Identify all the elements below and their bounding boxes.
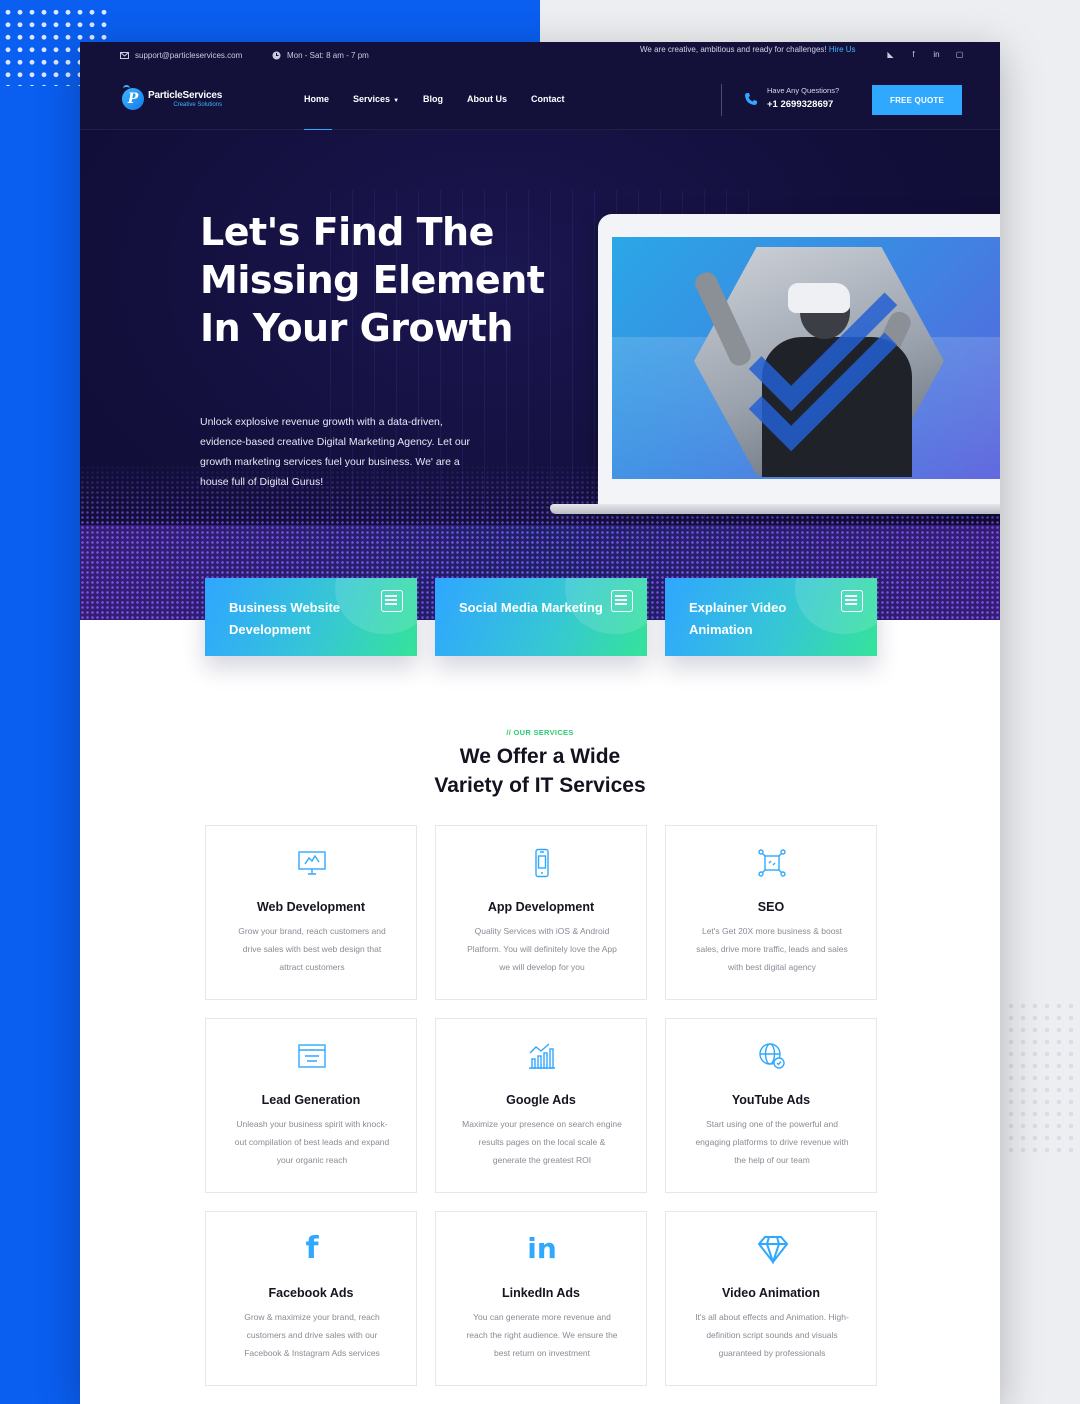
service-name: Facebook Ads bbox=[268, 1286, 354, 1300]
website-mockup: support@particleservices.com Mon - Sat: … bbox=[80, 42, 1000, 1404]
services-grid: Web Development Grow your brand, reach c… bbox=[205, 825, 877, 1386]
service-card[interactable]: Web Development Grow your brand, reach c… bbox=[205, 825, 417, 1000]
linkedin-icon[interactable]: in bbox=[932, 50, 941, 59]
nav-contact-label: Contact bbox=[531, 94, 565, 104]
section-kicker: // OUR SERVICES bbox=[506, 728, 574, 737]
nav-about[interactable]: About Us bbox=[467, 94, 507, 104]
site-header: P ParticleServices Creative Solutions Ho… bbox=[80, 70, 1000, 131]
phone-icon bbox=[744, 92, 760, 108]
service-name: Google Ads bbox=[506, 1093, 576, 1107]
linkedin-icon: in bbox=[527, 1232, 557, 1265]
feature-title: Explainer Video Animation bbox=[689, 600, 787, 637]
service-name: LinkedIn Ads bbox=[501, 1286, 580, 1300]
feature-card-video[interactable]: Explainer Video Animation bbox=[665, 578, 877, 656]
browser-window-icon bbox=[297, 1041, 327, 1071]
main-nav: Home Services ▼ Blog About Us Contact bbox=[304, 94, 589, 131]
instagram-icon[interactable]: ▢ bbox=[955, 50, 964, 59]
hero-description: Unlock explosive revenue growth with a d… bbox=[200, 416, 471, 488]
free-quote-button[interactable]: FREE QUOTE bbox=[872, 85, 962, 115]
clock-icon bbox=[272, 51, 281, 60]
phone-number: +1 2699328697 bbox=[767, 99, 834, 110]
nav-home[interactable]: Home bbox=[304, 94, 332, 131]
diamond-icon bbox=[757, 1234, 789, 1266]
service-card[interactable]: in LinkedIn Ads You can generate more re… bbox=[435, 1211, 647, 1386]
nav-services[interactable]: Services ▼ bbox=[353, 94, 399, 104]
section-title: We Offer a Wide Variety of IT Services bbox=[80, 742, 1000, 800]
nav-blog-label: Blog bbox=[423, 94, 444, 104]
laptop-screen-image bbox=[612, 237, 1000, 479]
service-name: SEO bbox=[757, 900, 785, 914]
analytics-icon bbox=[611, 590, 633, 612]
opening-hours: Mon - Sat: 8 am - 7 pm bbox=[272, 51, 369, 60]
logo-subtitle: Creative Solutions bbox=[173, 101, 223, 108]
logo-mark-icon: P bbox=[122, 85, 144, 110]
laptop-mockup bbox=[598, 214, 1000, 504]
nav-contact[interactable]: Contact bbox=[531, 94, 565, 104]
service-description: Unleash your business spirit with knock-… bbox=[234, 1119, 390, 1165]
top-info-bar: support@particleservices.com Mon - Sat: … bbox=[80, 42, 1000, 70]
logo-text: ParticleServices Creative Solutions bbox=[148, 89, 223, 108]
service-name: YouTube Ads bbox=[731, 1093, 811, 1107]
service-card[interactable]: f Facebook Ads Grow & maximize your bran… bbox=[205, 1211, 417, 1386]
phone-contact[interactable]: Have Any Questions? +1 2699328697 bbox=[767, 86, 839, 110]
nav-blog[interactable]: Blog bbox=[423, 94, 443, 104]
monitor-icon bbox=[297, 848, 327, 878]
seo-network-icon bbox=[757, 848, 787, 878]
service-card[interactable]: Google Ads Maximize your presence on sea… bbox=[435, 1018, 647, 1193]
service-description: Grow your brand, reach customers and dri… bbox=[238, 926, 386, 972]
tagline: We are creative, ambitious and ready for… bbox=[640, 45, 856, 54]
header-divider bbox=[721, 84, 722, 116]
twitter-icon[interactable]: ◣ bbox=[886, 50, 895, 59]
service-card[interactable]: YouTube Ads Start using one of the power… bbox=[665, 1018, 877, 1193]
section-title-line1: We Offer a Wide bbox=[459, 745, 621, 768]
service-name: Video Animation bbox=[722, 1286, 820, 1300]
logo-name: ParticleServices bbox=[148, 89, 223, 101]
growth-chart-icon bbox=[527, 1041, 557, 1071]
service-description: Maximize your presence on search engine … bbox=[462, 1119, 622, 1165]
nav-about-label: About Us bbox=[467, 94, 508, 104]
tagline-text: We are creative, ambitious and ready for… bbox=[640, 45, 827, 54]
feature-card-website[interactable]: Business Website Development bbox=[205, 578, 417, 656]
facebook-icon[interactable]: f bbox=[909, 50, 918, 59]
service-description: Let's Get 20X more business & boost sale… bbox=[696, 926, 848, 972]
service-description: It's all about effects and Animation. Hi… bbox=[695, 1312, 849, 1358]
social-links: ◣ f in ▢ bbox=[886, 50, 964, 59]
mail-icon bbox=[120, 52, 129, 59]
service-name: Web Development bbox=[256, 900, 366, 914]
service-card[interactable]: Video Animation It's all about effects a… bbox=[665, 1211, 877, 1386]
hero-headline: Let's Find The Missing Element In Your G… bbox=[200, 210, 545, 350]
feature-title: Business Website Development bbox=[229, 600, 341, 637]
facebook-icon: f bbox=[305, 1231, 319, 1266]
service-name: App Development bbox=[487, 900, 595, 914]
section-title-line2: Variety of IT Services bbox=[434, 774, 646, 797]
design-tools-icon bbox=[841, 590, 863, 612]
feature-card-social[interactable]: Social Media Marketing bbox=[435, 578, 647, 656]
hero-section: Let's Find The Missing Element In Your G… bbox=[80, 130, 1000, 620]
questions-label: Have Any Questions? bbox=[767, 86, 840, 95]
laptop-base bbox=[550, 504, 1000, 514]
service-description: Grow & maximize your brand, reach custom… bbox=[244, 1312, 380, 1358]
email-text: support@particleservices.com bbox=[135, 51, 243, 60]
globe-badge-icon bbox=[757, 1041, 787, 1071]
nav-services-label: Services bbox=[353, 94, 391, 104]
nav-home-label: Home bbox=[304, 94, 330, 104]
hire-us-link[interactable]: Hire Us bbox=[829, 45, 856, 54]
feature-cards: Business Website Development Social Medi… bbox=[205, 578, 877, 656]
mobile-icon bbox=[527, 848, 557, 878]
service-description: You can generate more revenue and reach … bbox=[466, 1312, 618, 1358]
service-name: Lead Generation bbox=[261, 1093, 361, 1107]
site-logo[interactable]: P ParticleServices Creative Solutions bbox=[122, 85, 223, 110]
service-description: Quality Services with iOS & Android Plat… bbox=[467, 926, 617, 972]
service-card[interactable]: SEO Let's Get 20X more business & boost … bbox=[665, 825, 877, 1000]
feature-title: Social Media Marketing bbox=[459, 600, 603, 615]
service-card[interactable]: Lead Generation Unleash your business sp… bbox=[205, 1018, 417, 1193]
hours-text: Mon - Sat: 8 am - 7 pm bbox=[287, 51, 369, 60]
decorative-dot-grid-right bbox=[1005, 1000, 1080, 1160]
service-description: Start using one of the powerful and enga… bbox=[695, 1119, 849, 1165]
email-contact[interactable]: support@particleservices.com bbox=[120, 51, 242, 60]
caret-down-icon: ▼ bbox=[393, 98, 400, 104]
service-card[interactable]: App Development Quality Services with iO… bbox=[435, 825, 647, 1000]
website-icon bbox=[381, 590, 403, 612]
